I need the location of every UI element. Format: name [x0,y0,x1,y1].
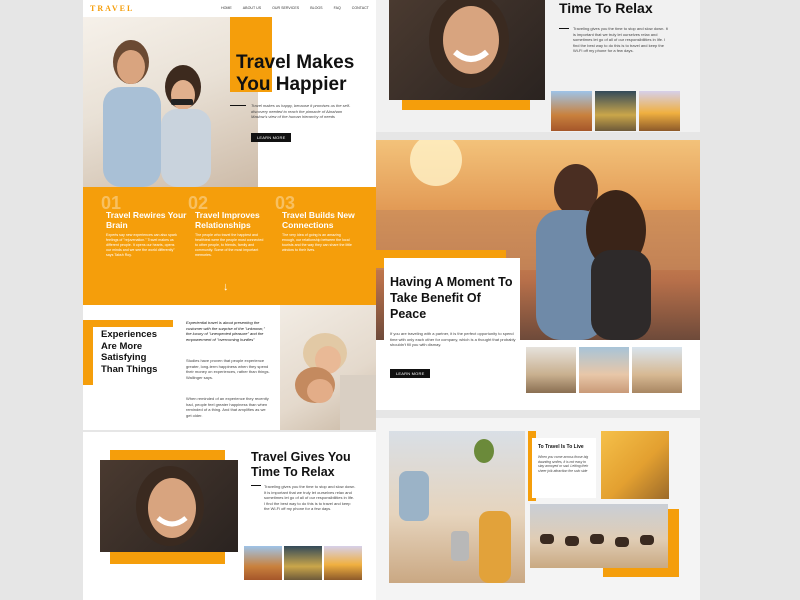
logo[interactable]: TRAVEL [90,4,134,13]
left-page: TRAVEL HOME ABOUT US OUR SERVICES BLOGS … [83,0,376,600]
peace-title: Having A Moment To Take Benefit Of Peace [390,274,512,322]
feature-3-title: Travel Builds New Connections [282,210,355,230]
live-text: When you come across those big daunting … [538,455,589,473]
relax-accent-bottom [110,550,225,564]
peace-learn-more-button[interactable]: LEARN MORE [390,369,431,378]
hero-title: Travel Makes You Happier [236,52,354,96]
experiences-title-line4: Than Things [101,363,158,375]
peace-thumb-colosseum[interactable] [632,347,682,393]
feature-1-text: Experts say new experiences can also spa… [106,233,177,257]
right-relax-text: Traveling gives you the time to stop and… [573,26,668,53]
hero-title-line1: Travel Makes [236,52,355,73]
live-title: To Travel Is To Live [538,444,584,450]
experiences-photo-laughing-women [280,305,376,430]
right-relax-divider [559,28,569,29]
experiences-title-line1: Experiences [101,329,157,340]
right-page-bottom: To Travel Is To Live When you come acros… [376,418,700,600]
relax-thumb-arch[interactable] [244,546,282,580]
peace-thumb-columns[interactable] [526,347,576,393]
peace-title-line1: Having A Moment To [390,275,513,289]
hero-text: Travel makes us happy, because it promis… [251,103,351,119]
nav-contact[interactable]: CONTACT [352,6,369,10]
nav-about-us[interactable]: ABOUT US [243,6,261,10]
experiences-text-2: When reminded of an experience they rece… [186,396,269,418]
beach-traveler-illustration [399,439,511,583]
hero-learn-more-button[interactable]: LEARN MORE [251,133,292,142]
nav-our-services[interactable]: OUR SERVICES [272,6,299,10]
smiling-woman-illustration [136,466,204,546]
nav-faq[interactable]: FAQ [334,6,341,10]
relax-divider [251,485,261,486]
hero-divider [230,105,246,106]
relax-title-line1: Travel Gives You [251,450,351,464]
feature-2-title: Travel Improves Relationships [195,210,260,230]
right-thumb-mountain[interactable] [639,91,680,131]
live-photo-camels[interactable] [530,504,668,568]
relax-thumb-hiker[interactable] [284,546,322,580]
live-photo-beach-traveler [389,431,525,583]
right-page-top: Time To Relax Traveling gives you the ti… [376,0,700,132]
experiences-section-divider [83,430,376,432]
peace-text: If you are traveling with a partner, it … [390,331,516,347]
experiences-title-line2: Are More [101,340,143,352]
right-relax-title: Time To Relax [559,0,653,16]
relax-title: Travel Gives You Time To Relax [251,450,351,480]
camels-illustration [540,534,654,547]
right-page-middle: Having A Moment To Take Benefit Of Peace… [376,140,700,410]
feature-3-text: The very idea of going is an amazing eno… [282,233,352,252]
laughing-women-illustration [295,333,376,430]
scroll-down-arrow-icon[interactable]: ↓ [223,281,229,293]
right-smiling-woman-illustration [429,0,509,88]
live-photo-yellow-alley[interactable] [601,431,669,499]
nav-home[interactable]: HOME [221,6,232,10]
relax-photo-smiling-woman [100,460,238,552]
hero-title-line2: You Happier [236,74,347,95]
experiences-title-line3: Satisfying [101,352,147,363]
peace-title-line2: Take Benefit Of [390,291,481,305]
feature-1-title: Travel Rewires Your Brain [106,210,187,230]
experiences-title: Experiences Are More Satisfying Than Thi… [101,329,157,375]
right-thumb-hiker[interactable] [595,91,636,131]
relax-text: Traveling gives you the time to stop and… [264,484,356,511]
feature-2-text: The people who travel the happiest and h… [195,233,264,257]
main-nav: HOME ABOUT US OUR SERVICES BLOGS FAQ CON… [210,6,369,10]
peace-title-line3: Peace [390,307,427,321]
right-relax-photo-smiling-woman [389,0,545,100]
experiences-text-1: Studies have proven that people experien… [186,358,270,380]
experiences-quote: Experiential travel is about presenting … [186,320,265,342]
peace-thumb-hands[interactable] [579,347,629,393]
relax-title-line2: Time To Relax [251,465,335,479]
right-thumb-arch[interactable] [551,91,592,131]
relax-thumb-mountain[interactable] [324,546,362,580]
nav-blogs[interactable]: BLOGS [310,6,322,10]
